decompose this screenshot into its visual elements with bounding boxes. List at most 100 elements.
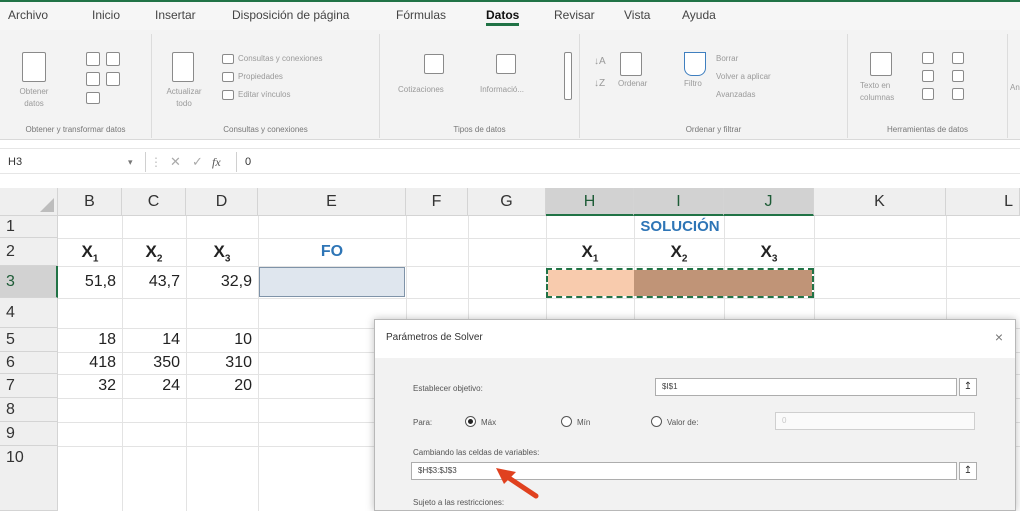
text-to-columns-icon[interactable] <box>870 52 892 76</box>
properties-icon[interactable] <box>222 72 234 82</box>
cell-b3[interactable]: 51,8 <box>58 271 122 293</box>
tab-datos[interactable]: Datos <box>486 8 520 26</box>
row-header-4[interactable]: 4 <box>0 298 58 328</box>
cell-c5[interactable]: 14 <box>122 329 186 351</box>
header-x2[interactable]: X2 <box>122 241 186 264</box>
properties-label[interactable]: Propiedades <box>238 71 283 83</box>
close-icon[interactable]: × <box>995 329 1003 345</box>
col-header-h[interactable]: H <box>546 188 634 216</box>
relationships-icon[interactable] <box>952 70 964 82</box>
what-if-analysis-label-cutoff[interactable]: Aná <box>1010 82 1020 94</box>
stocks-bank-icon[interactable] <box>424 54 444 74</box>
from-table-icon[interactable] <box>86 72 100 86</box>
col-header-e[interactable]: E <box>258 188 406 216</box>
advanced-filter-label[interactable]: Avanzadas <box>716 89 755 101</box>
fo-cell-e3[interactable] <box>259 267 405 297</box>
row-header-6[interactable]: 6 <box>0 352 58 374</box>
header-x1[interactable]: X1 <box>58 241 122 264</box>
refresh-all-label[interactable]: Actualizar todo <box>158 86 210 110</box>
cell-b6[interactable]: 418 <box>58 352 122 374</box>
get-data-label[interactable]: Obtener datos <box>12 86 56 110</box>
refresh-all-icon[interactable] <box>172 52 194 82</box>
data-types-gallery-scroll[interactable] <box>564 52 572 100</box>
objective-input[interactable]: $I$1 <box>655 378 957 396</box>
radio-min[interactable] <box>561 416 572 427</box>
cell-b5[interactable]: 18 <box>58 329 122 351</box>
consolidate-icon[interactable] <box>952 52 964 64</box>
enter-check-icon[interactable]: ✓ <box>192 152 203 172</box>
cell-d6[interactable]: 310 <box>186 352 258 374</box>
geography-map-icon[interactable] <box>496 54 516 74</box>
col-header-j[interactable]: J <box>724 188 814 216</box>
recent-sources-icon[interactable] <box>106 72 120 86</box>
cell-d5[interactable]: 10 <box>186 329 258 351</box>
radio-value-of-label[interactable]: Valor de: <box>667 418 698 427</box>
solution-title[interactable]: SOLUCIÓN <box>546 216 814 238</box>
name-box-dropdown-icon[interactable]: ▾ <box>128 152 133 172</box>
col-header-i[interactable]: I <box>634 188 724 216</box>
tab-archivo[interactable]: Archivo <box>8 8 48 22</box>
tab-inicio[interactable]: Inicio <box>92 8 120 22</box>
flash-fill-icon[interactable] <box>922 52 934 64</box>
existing-connections-icon[interactable] <box>86 92 100 104</box>
data-validation-icon[interactable] <box>922 88 934 100</box>
sort-za-icon[interactable]: ↓Z <box>594 78 605 90</box>
col-header-k[interactable]: K <box>814 188 946 216</box>
col-header-c[interactable]: C <box>122 188 186 216</box>
edit-links-label[interactable]: Editar vínculos <box>238 89 290 101</box>
row-header-8[interactable]: 8 <box>0 398 58 422</box>
col-header-l[interactable]: L <box>946 188 1020 216</box>
col-header-f[interactable]: F <box>406 188 468 216</box>
selection-range-h3-j3[interactable] <box>546 268 814 298</box>
tab-revisar[interactable]: Revisar <box>554 8 595 22</box>
collapse-objective-icon[interactable]: ↥ <box>959 378 977 396</box>
text-to-columns-label[interactable]: Texto en columnas <box>860 80 904 104</box>
radio-value-of[interactable] <box>651 416 662 427</box>
cell-d3[interactable]: 32,9 <box>186 271 258 293</box>
fo-label[interactable]: FO <box>258 241 406 263</box>
clear-filter-label[interactable]: Borrar <box>716 53 738 65</box>
edit-links-icon[interactable] <box>222 90 234 100</box>
solution-header-x3[interactable]: X3 <box>724 241 814 264</box>
geography-label[interactable]: Informació... <box>480 84 524 96</box>
row-header-9[interactable]: 9 <box>0 422 58 446</box>
get-data-icon[interactable] <box>22 52 46 82</box>
select-all-corner[interactable] <box>0 188 58 216</box>
data-model-icon[interactable] <box>952 88 964 100</box>
formula-bar-splitter[interactable]: ⋮ <box>150 153 162 171</box>
stocks-label[interactable]: Cotizaciones <box>398 84 444 96</box>
collapse-changing-icon[interactable]: ↥ <box>959 462 977 480</box>
sort-label[interactable]: Ordenar <box>618 78 647 90</box>
radio-min-label[interactable]: Mín <box>577 418 590 427</box>
col-header-d[interactable]: D <box>186 188 258 216</box>
queries-connections-label[interactable]: Consultas y conexiones <box>238 53 323 65</box>
tab-insertar[interactable]: Insertar <box>155 8 196 22</box>
cell-c3[interactable]: 43,7 <box>122 271 186 293</box>
solution-header-x1[interactable]: X1 <box>546 241 634 264</box>
col-header-g[interactable]: G <box>468 188 546 216</box>
radio-max-label[interactable]: Máx <box>481 418 496 427</box>
tab-disposicion[interactable]: Disposición de página <box>232 8 349 22</box>
row-header-10[interactable]: 10 <box>0 446 58 511</box>
row-header-7[interactable]: 7 <box>0 374 58 398</box>
tab-ayuda[interactable]: Ayuda <box>682 8 716 22</box>
tab-vista[interactable]: Vista <box>624 8 650 22</box>
name-box[interactable]: H3 <box>6 152 146 172</box>
from-web-icon[interactable] <box>106 52 120 66</box>
header-x3[interactable]: X3 <box>186 241 258 264</box>
solution-header-x2[interactable]: X2 <box>634 241 724 264</box>
from-text-icon[interactable] <box>86 52 100 66</box>
value-of-input[interactable]: 0 <box>775 412 975 430</box>
reapply-filter-label[interactable]: Volver a aplicar <box>716 71 771 83</box>
radio-max[interactable] <box>465 416 476 427</box>
cell-c7[interactable]: 24 <box>122 375 186 397</box>
cancel-icon[interactable]: ✕ <box>170 152 181 172</box>
queries-connections-icon[interactable] <box>222 54 234 64</box>
cell-b7[interactable]: 32 <box>58 375 122 397</box>
sort-az-icon[interactable]: ↓A <box>594 56 606 68</box>
cell-c6[interactable]: 350 <box>122 352 186 374</box>
row-header-1[interactable]: 1 <box>0 216 58 238</box>
formula-input[interactable]: 0 <box>236 152 1016 172</box>
sort-dialog-icon[interactable] <box>620 52 642 76</box>
filter-label[interactable]: Filtro <box>684 78 702 90</box>
